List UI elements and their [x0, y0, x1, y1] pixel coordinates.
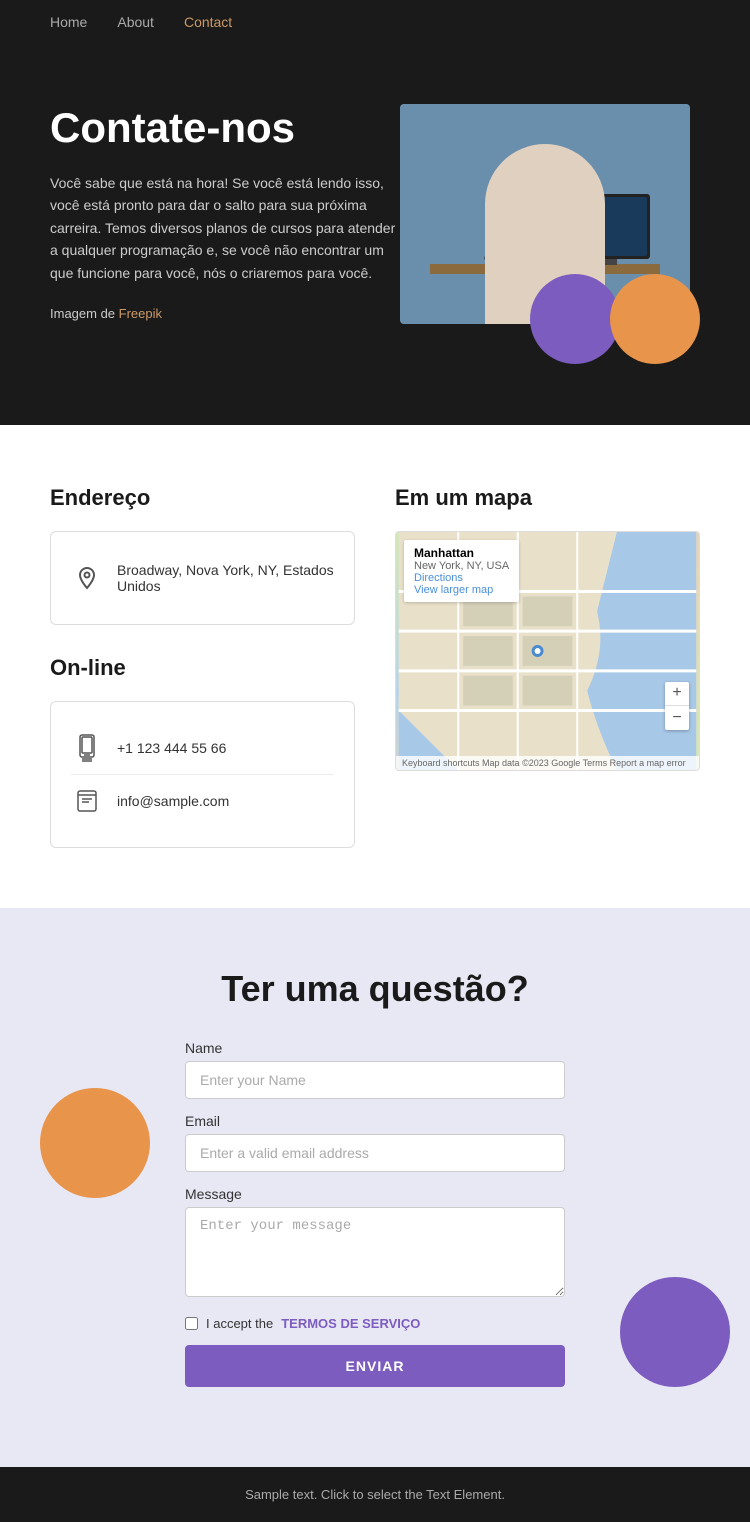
address-block: Endereço Broadway, Nova York, NY, Estado…: [50, 485, 355, 848]
location-icon: [71, 562, 103, 594]
hero-title: Contate-nos: [50, 104, 400, 152]
map-zoom-out[interactable]: −: [665, 706, 689, 730]
footer: Sample text. Click to select the Text El…: [0, 1467, 750, 1522]
online-title: On-line: [50, 655, 355, 681]
question-section: Ter uma questão? Name Email Message I ac…: [0, 908, 750, 1467]
address-row: Broadway, Nova York, NY, Estados Unidos: [71, 552, 334, 604]
contact-form: Name Email Message I accept the TERMOS D…: [185, 1040, 565, 1387]
message-label: Message: [185, 1186, 565, 1202]
map-image: Manhattan New York, NY, USA Directions V…: [396, 532, 699, 770]
address-title: Endereço: [50, 485, 355, 511]
map-location-sub: New York, NY, USA: [414, 560, 509, 572]
terms-prefix: I accept the: [206, 1316, 273, 1331]
phone-icon: [71, 732, 103, 764]
map-zoom-controls: + −: [665, 682, 689, 730]
map-larger-link[interactable]: View larger map: [414, 584, 509, 596]
contact-info-section: Endereço Broadway, Nova York, NY, Estado…: [0, 425, 750, 908]
email-group: Email: [185, 1113, 565, 1172]
email-icon: [71, 785, 103, 817]
deco-purple: [620, 1277, 730, 1387]
address-box: Broadway, Nova York, NY, Estados Unidos: [50, 531, 355, 625]
question-title: Ter uma questão?: [50, 968, 700, 1010]
nav-home[interactable]: Home: [50, 14, 87, 30]
map-info-overlay: Manhattan New York, NY, USA Directions V…: [404, 540, 519, 602]
name-input[interactable]: [185, 1061, 565, 1099]
message-group: Message: [185, 1186, 565, 1302]
nav-contact[interactable]: Contact: [184, 14, 232, 30]
nav-about[interactable]: About: [117, 14, 154, 30]
hero-image: [400, 104, 700, 344]
phone-text: +1 123 444 55 66: [117, 740, 226, 756]
terms-row: I accept the TERMOS DE SERVIÇO: [185, 1316, 565, 1331]
email-text: info@sample.com: [117, 793, 229, 809]
footer-text: Sample text. Click to select the Text El…: [245, 1487, 505, 1502]
map-title: Em um mapa: [395, 485, 700, 511]
map-footer: Keyboard shortcuts Map data ©2023 Google…: [396, 756, 699, 770]
map-container[interactable]: Manhattan New York, NY, USA Directions V…: [395, 531, 700, 771]
hero-body: Você sabe que está na hora! Se você está…: [50, 172, 400, 284]
map-zoom-in[interactable]: +: [665, 682, 689, 706]
hero-deco-orange: [610, 274, 700, 364]
map-directions-link[interactable]: Directions: [414, 572, 509, 584]
email-input[interactable]: [185, 1134, 565, 1172]
navigation: Home About Contact: [0, 0, 750, 44]
email-row: info@sample.com: [71, 774, 334, 827]
terms-link[interactable]: TERMOS DE SERVIÇO: [281, 1316, 420, 1331]
email-label: Email: [185, 1113, 565, 1129]
phone-row: +1 123 444 55 66: [71, 722, 334, 774]
message-input[interactable]: [185, 1207, 565, 1297]
hero-text-block: Contate-nos Você sabe que está na hora! …: [50, 104, 400, 345]
name-label: Name: [185, 1040, 565, 1056]
submit-button[interactable]: ENVIAR: [185, 1345, 565, 1387]
map-location-name: Manhattan: [414, 546, 509, 560]
hero-deco-purple: [530, 274, 620, 364]
freepik-link[interactable]: Freepik: [119, 306, 162, 321]
hero-section: Contate-nos Você sabe que está na hora! …: [0, 44, 750, 425]
deco-orange: [40, 1088, 150, 1198]
name-group: Name: [185, 1040, 565, 1099]
terms-checkbox[interactable]: [185, 1317, 198, 1330]
address-text: Broadway, Nova York, NY, Estados Unidos: [117, 562, 334, 594]
hero-credit: Imagem de Freepik: [50, 304, 400, 325]
map-block: Em um mapa: [395, 485, 700, 848]
online-box: +1 123 444 55 66 info@sample.com: [50, 701, 355, 848]
